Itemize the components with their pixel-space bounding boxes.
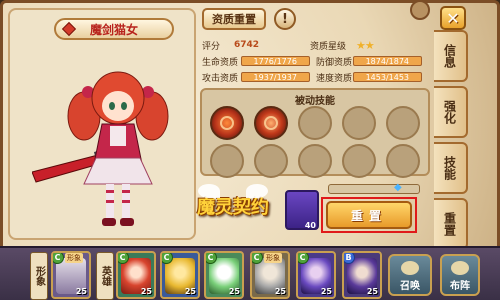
appearance-tag: 形象: [65, 253, 83, 263]
tab-skills[interactable]: 技能: [434, 142, 468, 194]
passive-skill-title: 被动技能: [295, 96, 335, 107]
grade-badge: B: [344, 253, 355, 264]
star-rating: ★★: [356, 38, 375, 52]
tab-enhance[interactable]: 强化: [434, 86, 468, 138]
skill-slot-1[interactable]: [210, 106, 244, 140]
stats-panel: 评分 6742 资质星级 ★★ 生命资质 1776/1776 防御资质 1874…: [202, 38, 428, 86]
reset-book-item[interactable]: 40: [285, 190, 319, 230]
hero-character-image: [32, 71, 169, 226]
summon-label: 召唤: [400, 281, 420, 292]
hero-level: 25: [184, 287, 196, 296]
tab-heroes[interactable]: 英雄: [96, 252, 114, 300]
stat-row-score: 评分 6742 资质星级 ★★: [202, 38, 428, 52]
tab-reset[interactable]: 重置: [434, 198, 468, 250]
passive-skill-panel: 被动技能: [200, 88, 430, 178]
hero-level: 25: [320, 287, 332, 296]
grade-badge: C: [118, 253, 129, 264]
element-gem-icon: [61, 21, 77, 37]
skill-slot-9[interactable]: [342, 144, 376, 178]
qualify-reset-header-button[interactable]: 资质重置: [202, 8, 266, 30]
info-icon[interactable]: !: [274, 8, 296, 30]
skill-slot-3[interactable]: [298, 106, 332, 140]
def-label: 防御资质: [315, 57, 352, 68]
appearance-tag: 形象: [264, 253, 282, 263]
info-glyph: !: [282, 11, 288, 27]
spd-label: 速度资质: [315, 73, 352, 84]
skill-slot-10[interactable]: [386, 144, 420, 178]
tab-appearance[interactable]: 形象: [30, 252, 48, 300]
score-label: 评分: [202, 41, 221, 52]
gear-decoration-icon: [410, 0, 430, 20]
skill-rune-icon: [220, 116, 234, 130]
logo-wing-right: [246, 184, 268, 198]
skill-slot-7[interactable]: [254, 144, 288, 178]
reset-button[interactable]: 重置: [326, 201, 412, 229]
game-logo: 魔灵契约: [196, 178, 270, 234]
roster-slot-4[interactable]: C 25: [204, 251, 244, 299]
summon-icon: [401, 261, 419, 275]
logo-wing-left: [198, 184, 220, 198]
hero-level: 25: [140, 287, 152, 296]
qualify-reset-label: 资质重置: [212, 13, 256, 26]
roster-slot-3[interactable]: C 25: [160, 251, 200, 299]
grade-badge: C: [298, 253, 309, 264]
formation-icon: [451, 261, 469, 275]
roster-slot-5[interactable]: C 形象 25: [250, 251, 290, 299]
skill-slot-8[interactable]: [298, 144, 332, 178]
grade-badge: C: [252, 253, 263, 264]
close-button[interactable]: ✕: [440, 6, 466, 30]
hero-level: 25: [366, 287, 378, 296]
hero-name-plate: 魔剑猫女: [54, 18, 174, 40]
skill-slot-4[interactable]: [342, 106, 376, 140]
hero-level: 25: [274, 287, 286, 296]
stat-row-hp-def: 生命资质 1776/1776 防御资质 1874/1874: [202, 54, 428, 68]
skill-slot-5[interactable]: [386, 106, 420, 140]
atk-label: 攻击资质: [202, 73, 239, 84]
reset-progress-bar: [328, 184, 420, 194]
side-tab-bar: 信息 强化 技能 重置: [434, 30, 470, 254]
summon-button[interactable]: 召唤: [388, 254, 432, 296]
formation-button[interactable]: 布阵: [440, 254, 480, 296]
roster-slot-6[interactable]: C 25: [296, 251, 336, 299]
score-value: 6742: [234, 40, 260, 50]
skill-slot-6[interactable]: [210, 144, 244, 178]
hero-portrait-panel: 魔剑猫女: [8, 8, 196, 240]
spd-bar: 1453/1453: [352, 72, 423, 82]
stat-row-atk-spd: 攻击资质 1937/1937 速度资质 1453/1453: [202, 70, 428, 84]
book-count: 40: [304, 221, 316, 230]
atk-bar: 1937/1937: [240, 72, 310, 82]
roster-slot-7[interactable]: B 25: [342, 251, 382, 299]
skill-slot-2[interactable]: [254, 106, 288, 140]
roster-slot-2[interactable]: C 25: [116, 251, 156, 299]
hero-name: 魔剑猫女: [89, 22, 138, 37]
hero-level: 25: [75, 287, 87, 296]
skill-claw-icon: [264, 116, 278, 130]
reset-button-label: 重置: [350, 208, 387, 223]
hp-label: 生命资质: [202, 57, 239, 68]
grade-badge: C: [206, 253, 217, 264]
crystal-icon: ◆: [394, 182, 402, 193]
def-bar: 1874/1874: [352, 56, 423, 66]
grade-badge: C: [53, 253, 64, 264]
roster-slot-1[interactable]: C 形象 25: [51, 251, 91, 299]
star-label: 资质星级: [310, 41, 347, 52]
close-icon: ✕: [446, 8, 460, 28]
grade-badge: C: [162, 253, 173, 264]
hp-bar: 1776/1776: [240, 56, 310, 66]
hero-level: 25: [228, 287, 240, 296]
hero-roster-bar: 形象 英雄 C 形象 25 C 25 C 25 C 25 C 形象 25 C 2…: [0, 246, 500, 300]
formation-label: 布阵: [450, 281, 470, 292]
tab-info[interactable]: 信息: [434, 30, 468, 82]
